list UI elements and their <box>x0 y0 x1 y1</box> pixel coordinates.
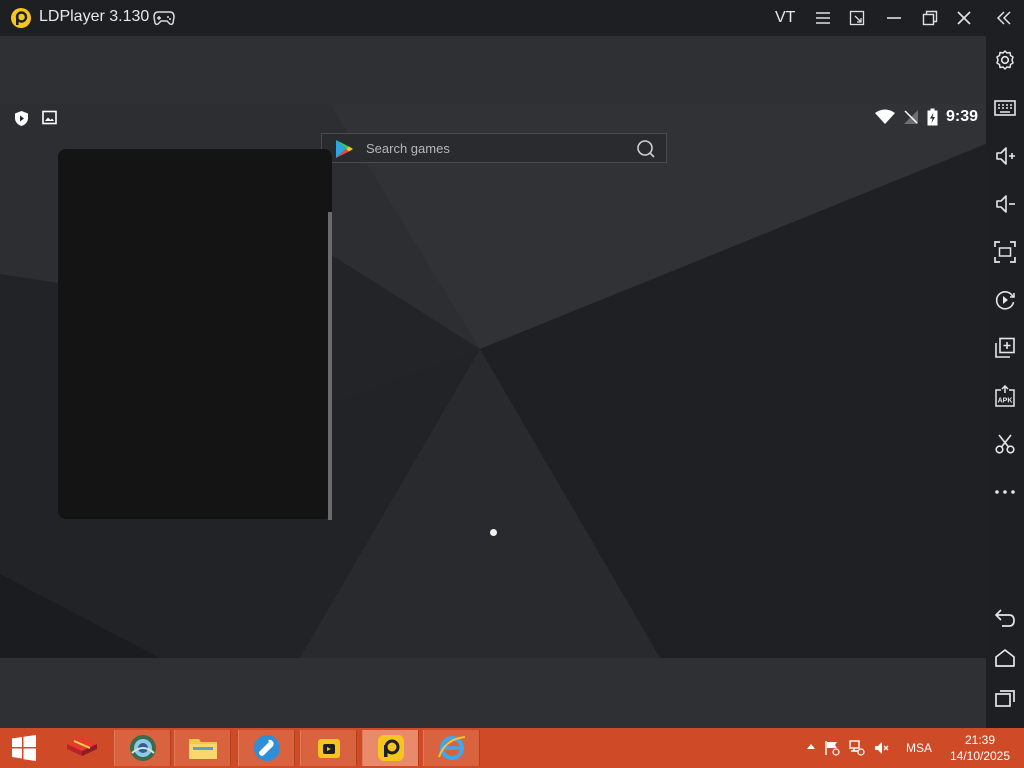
action-center-flag-icon[interactable] <box>824 740 840 756</box>
fullscreen-icon[interactable] <box>991 238 1019 266</box>
shield-icon <box>13 110 30 127</box>
taskbar-app-multi-player[interactable] <box>300 730 357 766</box>
mini-window-icon[interactable] <box>840 0 874 36</box>
taskbar-time[interactable]: 21:39 <box>952 733 1008 747</box>
collapse-toolbar-icon[interactable] <box>987 0 1021 36</box>
multi-instance-icon[interactable] <box>991 334 1019 362</box>
taskbar-app-winrar[interactable] <box>53 730 110 766</box>
minimize-icon[interactable] <box>877 0 911 36</box>
winrar-icon <box>65 734 99 762</box>
back-icon[interactable] <box>991 604 1019 632</box>
status-clock: 9:39 <box>945 108 978 125</box>
system-tray: MSA 21:39 14/10/2025 <box>794 728 1024 768</box>
more-options-icon[interactable] <box>991 478 1019 506</box>
ldplayer-taskbar-icon <box>376 733 406 763</box>
settings-gear-icon[interactable] <box>991 46 1019 74</box>
recent-apps-icon[interactable] <box>991 684 1019 712</box>
wrench-icon <box>252 733 282 763</box>
right-toolbar: APK <box>986 36 1024 728</box>
image-notification-icon <box>42 110 57 127</box>
google-play-icon <box>333 138 355 160</box>
gamepad-icon[interactable] <box>153 9 175 27</box>
folder-icon <box>187 734 219 762</box>
taskbar-app-photo-viewer[interactable] <box>114 730 171 766</box>
input-language[interactable]: MSA <box>906 741 932 755</box>
search-placeholder: Search games <box>366 141 450 156</box>
operation-record-icon[interactable] <box>991 286 1019 314</box>
ldplayer-logo-icon <box>10 7 32 29</box>
emulator-screen[interactable]: 9:39 Search games <box>0 36 986 728</box>
multi-player-icon <box>315 734 343 762</box>
window-title: LDPlayer 3.130 <box>39 8 150 25</box>
menu-icon[interactable] <box>806 0 840 36</box>
restore-icon[interactable] <box>913 0 947 36</box>
close-icon[interactable] <box>947 0 981 36</box>
taskbar-date[interactable]: 14/10/2025 <box>944 749 1016 763</box>
android-home-screen[interactable]: 9:39 Search games <box>0 104 986 658</box>
vt-indicator[interactable]: VT <box>775 9 795 27</box>
blank-app-panel[interactable] <box>58 149 332 519</box>
panel-scrollbar[interactable] <box>328 212 332 520</box>
home-icon[interactable] <box>991 644 1019 672</box>
svg-text:APK: APK <box>998 398 1013 405</box>
battery-charging-icon <box>927 108 938 126</box>
show-hidden-icons-icon[interactable] <box>806 742 816 750</box>
scissors-icon[interactable] <box>991 430 1019 458</box>
letterbox-bottom <box>0 658 986 728</box>
taskbar-app-repair-tool[interactable] <box>238 730 295 766</box>
volume-up-icon[interactable] <box>991 142 1019 170</box>
search-icon[interactable] <box>636 139 656 159</box>
internet-explorer-icon <box>437 733 467 763</box>
search-games-bar[interactable]: Search games <box>321 133 667 163</box>
wifi-icon <box>874 109 895 125</box>
title-bar: LDPlayer 3.130 VT <box>0 0 1024 36</box>
network-icon[interactable] <box>849 740 865 756</box>
page-indicator-dot <box>490 529 497 536</box>
keyboard-icon[interactable] <box>991 94 1019 122</box>
letterbox-top <box>0 36 986 104</box>
photo-viewer-icon <box>128 733 158 763</box>
taskbar-app-ldplayer[interactable] <box>362 730 419 766</box>
taskbar-app-file-explorer[interactable] <box>174 730 231 766</box>
windows-start-icon[interactable] <box>0 728 48 768</box>
install-apk-icon[interactable]: APK <box>991 382 1019 410</box>
speaker-muted-icon[interactable] <box>874 740 890 756</box>
no-signal-icon <box>903 109 919 125</box>
windows-taskbar: MSA 21:39 14/10/2025 <box>0 728 1024 768</box>
volume-down-icon[interactable] <box>991 190 1019 218</box>
taskbar-app-internet-explorer[interactable] <box>423 730 480 766</box>
